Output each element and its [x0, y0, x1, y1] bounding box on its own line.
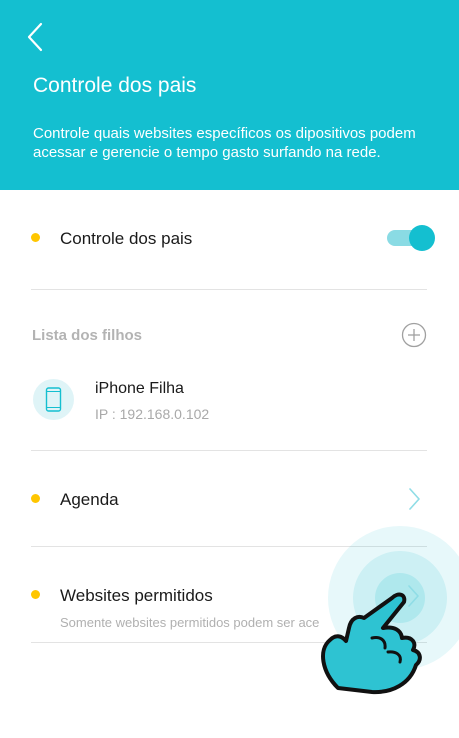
plus-circle-icon — [401, 322, 427, 348]
back-arrow-icon — [27, 22, 43, 52]
device-name: iPhone Filha — [95, 380, 184, 397]
smartphone-icon — [45, 387, 62, 412]
allowed-websites-description: Somente websites permitidos podem ser ac… — [60, 615, 320, 630]
device-avatar — [33, 379, 74, 420]
page-description: Controle quais websites específicos os d… — [33, 125, 416, 161]
parental-control-label: Controle dos pais — [60, 229, 193, 248]
divider — [31, 289, 427, 290]
status-bullet — [31, 494, 40, 503]
status-bullet — [31, 590, 40, 599]
chevron-right-icon — [409, 488, 420, 510]
allowed-websites-chevron[interactable] — [408, 585, 419, 607]
divider — [31, 546, 427, 547]
page-title: Controle dos pais — [33, 74, 197, 97]
schedule-label: Agenda — [60, 490, 119, 509]
parental-control-toggle[interactable] — [387, 224, 437, 252]
chevron-right-icon — [408, 585, 419, 607]
pointing-hand-icon — [321, 592, 422, 695]
status-bullet — [31, 233, 40, 242]
children-list-label: Lista dos filhos — [32, 327, 143, 344]
tap-ripple-inner — [375, 573, 425, 623]
device-ip: IP : 192.168.0.102 — [95, 406, 210, 422]
back-button[interactable] — [22, 20, 52, 54]
tap-ripple-outer — [328, 526, 459, 670]
add-child-button[interactable] — [401, 322, 427, 348]
tap-ripple-middle — [353, 551, 447, 645]
schedule-chevron[interactable] — [406, 487, 422, 511]
divider — [31, 450, 427, 451]
allowed-websites-label: Websites permitidos — [60, 586, 213, 605]
divider — [31, 642, 427, 643]
header: Controle dos pais Controle quais website… — [0, 0, 459, 190]
toggle-knob — [409, 225, 435, 251]
